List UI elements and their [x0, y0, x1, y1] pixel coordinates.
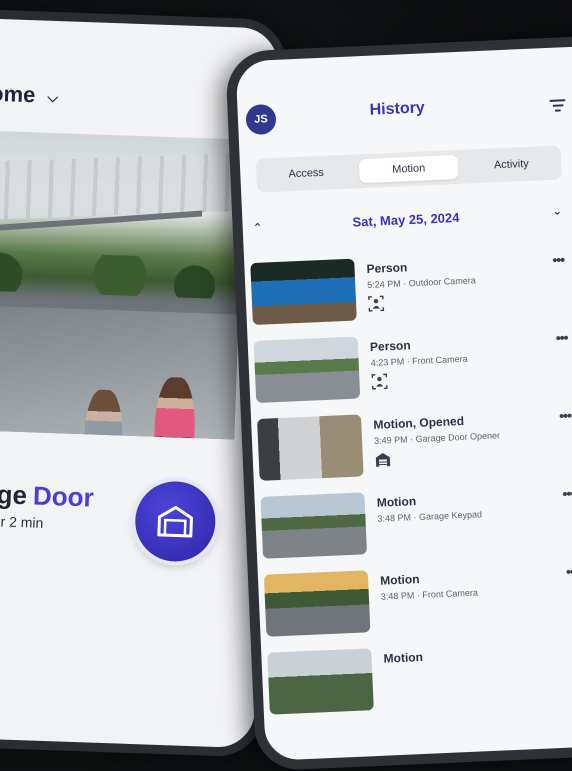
chevron-down-icon[interactable]: ⌄: [552, 203, 563, 217]
date-label: Sat, May 25, 2024: [352, 209, 460, 230]
garage-door-toggle-button[interactable]: [133, 480, 217, 563]
chevron-up-icon[interactable]: ⌃: [252, 221, 263, 235]
event-meta: 4:23 PM · Front Camera: [370, 353, 468, 368]
event-meta: 3:49 PM · Garage Door Opener: [373, 430, 501, 446]
garage-door-title-accent: Door: [32, 480, 95, 513]
garage-door-title: rage Door: [0, 478, 94, 513]
tab-activity[interactable]: Activity: [461, 148, 562, 180]
more-options-icon[interactable]: •••: [555, 329, 567, 345]
chevron-down-icon: ⌵: [47, 88, 59, 105]
event-title: Motion: [379, 572, 420, 588]
event-thumbnail[interactable]: [267, 648, 374, 715]
list-item[interactable]: Person 4:23 PM · Front Camera •••: [247, 320, 572, 413]
garage-door-title-prefix: rage: [0, 478, 28, 511]
event-title: Motion, Opened: [373, 413, 465, 432]
more-options-icon[interactable]: •••: [552, 251, 564, 267]
page-title: History: [369, 99, 426, 119]
event-title: Person: [369, 338, 411, 354]
event-title: Person: [366, 260, 408, 277]
camera-video[interactable]: [0, 129, 245, 440]
garage-icon: [375, 453, 391, 467]
list-item[interactable]: Motion: [261, 632, 572, 725]
person-detect-icon: [371, 373, 388, 390]
filter-icon[interactable]: [549, 99, 566, 114]
list-item[interactable]: Motion 3:48 PM · Front Camera •••: [258, 554, 572, 647]
event-thumbnail[interactable]: [263, 570, 371, 637]
avatar[interactable]: JS: [245, 103, 277, 136]
garage-icon: [157, 505, 193, 538]
date-header: ⌃ Sat, May 25, 2024 ⌄: [252, 203, 572, 241]
segmented-tabs: Access Motion Activity: [255, 145, 562, 193]
trees: [0, 249, 241, 300]
more-options-icon[interactable]: •••: [559, 407, 571, 423]
list-item[interactable]: Motion 3:48 PM · Garage Keypad •••: [254, 476, 572, 569]
more-options-icon[interactable]: •••: [562, 485, 572, 501]
event-thumbnail[interactable]: [250, 258, 357, 326]
event-thumbnail[interactable]: [253, 336, 361, 403]
garage-door-status: n for 2 min: [0, 512, 44, 531]
event-thumbnail[interactable]: [260, 492, 368, 559]
more-options-icon[interactable]: •••: [566, 563, 572, 579]
list-item[interactable]: Motion, Opened 3:49 PM · Garage Door Ope…: [251, 398, 572, 491]
event-title: Motion: [376, 494, 417, 510]
event-thumbnail[interactable]: [257, 414, 364, 481]
event-list: Person 5:24 PM · Outdoor Camera ••• Pers…: [244, 243, 572, 725]
tab-access[interactable]: Access: [256, 157, 357, 189]
home-selector[interactable]: ome ⌵: [0, 81, 59, 109]
list-item[interactable]: Person 5:24 PM · Outdoor Camera •••: [244, 243, 572, 336]
front-phone: JS History Access Motion Activity ⌃ Sat,…: [225, 34, 572, 771]
event-title: Motion: [383, 649, 424, 666]
tab-motion[interactable]: Motion: [358, 154, 460, 184]
event-meta: 3:48 PM · Front Camera: [380, 587, 479, 602]
event-meta: 5:24 PM · Outdoor Camera: [367, 275, 476, 291]
person-detect-icon: [368, 295, 385, 312]
home-selector-label: ome: [0, 80, 36, 108]
event-meta: 3:48 PM · Garage Keypad: [377, 509, 483, 524]
